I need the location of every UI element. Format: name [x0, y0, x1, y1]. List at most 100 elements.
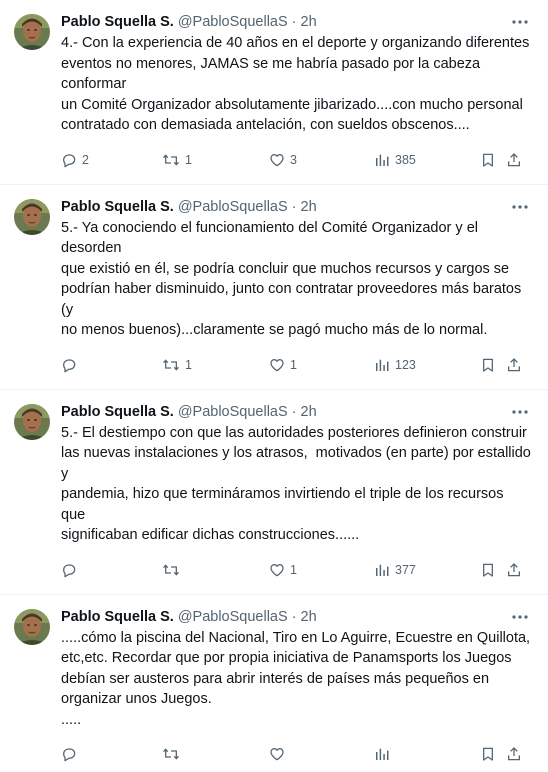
bookmark-button[interactable] — [480, 746, 496, 762]
author-handle[interactable]: @PabloSquellaS — [178, 401, 288, 423]
tweet-text: 4.- Con la experiencia de 40 años en el … — [61, 33, 531, 136]
share-icon — [506, 152, 522, 168]
action-bar: 1 1 123 — [61, 347, 536, 383]
tweet[interactable]: Pablo Squella S. @PabloSquellaS · 2h ...… — [0, 595, 548, 772]
bookmark-button[interactable] — [480, 562, 496, 578]
view-count: 377 — [395, 563, 416, 577]
repost-count: 1 — [185, 153, 192, 167]
analytics-bars-icon — [374, 746, 390, 762]
more-options-button[interactable] — [510, 610, 530, 624]
reply-bubble-icon — [61, 746, 77, 762]
views-button[interactable]: 377 — [374, 562, 416, 578]
like-count: 1 — [290, 563, 297, 577]
author-name[interactable]: Pablo Squella S. — [61, 196, 174, 218]
reply-button[interactable] — [61, 562, 82, 578]
avatar-photo-icon — [14, 199, 50, 235]
tweet[interactable]: Pablo Squella S. @PabloSquellaS · 2h 5.-… — [0, 185, 548, 390]
avatar[interactable] — [14, 609, 50, 645]
tweet[interactable]: Pablo Squella S. @PabloSquellaS · 2h 4.-… — [0, 0, 548, 185]
tweet-header: Pablo Squella S. @PabloSquellaS · 2h — [61, 606, 536, 628]
bookmark-button[interactable] — [480, 357, 496, 373]
tweet-text: .....cómo la piscina del Nacional, Tiro … — [61, 628, 531, 731]
reply-button[interactable]: 2 — [61, 152, 89, 168]
author-handle[interactable]: @PabloSquellaS — [178, 196, 288, 218]
author-name[interactable]: Pablo Squella S. — [61, 11, 174, 33]
reply-bubble-icon — [61, 357, 77, 373]
share-button[interactable] — [506, 746, 522, 762]
more-options-button[interactable] — [510, 200, 530, 214]
more-horizontal-icon — [511, 19, 529, 25]
bookmark-icon — [480, 746, 496, 762]
bookmark-icon — [480, 562, 496, 578]
heart-icon — [269, 357, 285, 373]
bookmark-icon — [480, 357, 496, 373]
bookmark-button[interactable] — [480, 152, 496, 168]
view-count: 385 — [395, 153, 416, 167]
repost-button[interactable] — [162, 562, 185, 578]
avatar[interactable] — [14, 404, 50, 440]
avatar-photo-icon — [14, 404, 50, 440]
repost-button[interactable]: 1 — [162, 152, 192, 168]
views-button[interactable] — [374, 746, 395, 762]
tweet-header: Pablo Squella S. @PabloSquellaS · 2h — [61, 196, 536, 218]
heart-icon — [269, 562, 285, 578]
like-button[interactable] — [269, 746, 290, 762]
timestamp[interactable]: 2h — [301, 401, 317, 423]
author-name[interactable]: Pablo Squella S. — [61, 606, 174, 628]
separator-dot: · — [292, 606, 297, 628]
more-horizontal-icon — [511, 204, 529, 210]
views-button[interactable]: 385 — [374, 152, 416, 168]
like-count: 1 — [290, 358, 297, 372]
author-name[interactable]: Pablo Squella S. — [61, 401, 174, 423]
reply-bubble-icon — [61, 152, 77, 168]
reply-count: 2 — [82, 153, 89, 167]
avatar[interactable] — [14, 199, 50, 235]
more-horizontal-icon — [511, 614, 529, 620]
action-bar — [61, 736, 536, 772]
author-handle[interactable]: @PabloSquellaS — [178, 606, 288, 628]
action-bar: 2 1 3 — [61, 142, 536, 178]
more-horizontal-icon — [511, 409, 529, 415]
author-handle[interactable]: @PabloSquellaS — [178, 11, 288, 33]
repost-arrows-icon — [162, 357, 180, 373]
repost-button[interactable] — [162, 746, 185, 762]
analytics-bars-icon — [374, 562, 390, 578]
separator-dot: · — [292, 196, 297, 218]
like-button[interactable]: 3 — [269, 152, 297, 168]
like-count: 3 — [290, 153, 297, 167]
repost-count: 1 — [185, 358, 192, 372]
reply-bubble-icon — [61, 562, 77, 578]
timestamp[interactable]: 2h — [301, 606, 317, 628]
analytics-bars-icon — [374, 357, 390, 373]
like-button[interactable]: 1 — [269, 357, 297, 373]
share-button[interactable] — [506, 562, 522, 578]
more-options-button[interactable] — [510, 15, 530, 29]
heart-icon — [269, 152, 285, 168]
separator-dot: · — [292, 401, 297, 423]
more-options-button[interactable] — [510, 405, 530, 419]
timestamp[interactable]: 2h — [301, 196, 317, 218]
repost-arrows-icon — [162, 152, 180, 168]
action-bar: 1 377 — [61, 552, 536, 588]
heart-icon — [269, 746, 285, 762]
timestamp[interactable]: 2h — [301, 11, 317, 33]
reply-button[interactable] — [61, 746, 82, 762]
share-icon — [506, 357, 522, 373]
share-icon — [506, 562, 522, 578]
avatar[interactable] — [14, 14, 50, 50]
repost-button[interactable]: 1 — [162, 357, 192, 373]
avatar-photo-icon — [14, 14, 50, 50]
share-button[interactable] — [506, 152, 522, 168]
share-button[interactable] — [506, 357, 522, 373]
like-button[interactable]: 1 — [269, 562, 297, 578]
views-button[interactable]: 123 — [374, 357, 416, 373]
tweet-header: Pablo Squella S. @PabloSquellaS · 2h — [61, 401, 536, 423]
tweet[interactable]: Pablo Squella S. @PabloSquellaS · 2h 5.-… — [0, 390, 548, 595]
analytics-bars-icon — [374, 152, 390, 168]
repost-arrows-icon — [162, 746, 180, 762]
bookmark-icon — [480, 152, 496, 168]
tweet-text: 5.- Ya conociendo el funcionamiento del … — [61, 218, 531, 341]
view-count: 123 — [395, 358, 416, 372]
reply-button[interactable] — [61, 357, 82, 373]
separator-dot: · — [292, 11, 297, 33]
